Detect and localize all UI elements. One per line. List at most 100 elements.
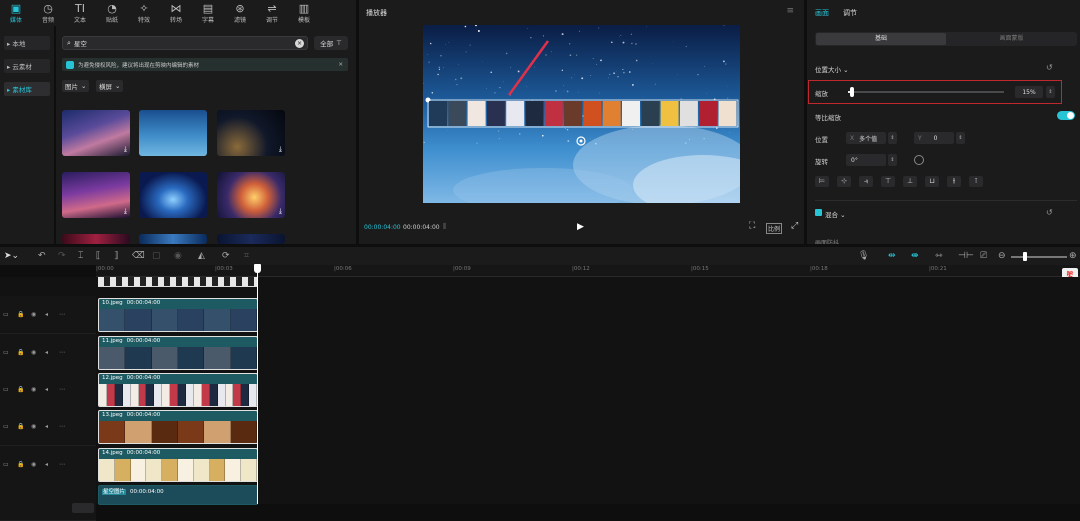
section-position-size[interactable]: 位置大小 ⌄ — [815, 64, 849, 74]
segment-mask[interactable]: 画面蒙版 — [947, 33, 1076, 45]
cover-icon[interactable]: ▭ — [3, 349, 9, 356]
blend-checkbox[interactable] — [815, 209, 822, 216]
library-thumbnail[interactable]: ⤓ — [217, 110, 285, 156]
library-thumbnail[interactable] — [217, 234, 285, 244]
ratio-button[interactable]: 比例 — [766, 223, 782, 234]
align-button-icon[interactable]: ⫲ — [947, 176, 961, 187]
more-icon[interactable]: ⋯ — [59, 349, 65, 356]
search-input[interactable]: ⌕ 星空 × — [62, 36, 308, 50]
crop-icon[interactable]: ⌗ — [244, 250, 249, 262]
align-button-icon[interactable]: ⊨ — [815, 176, 829, 187]
timeline-clip[interactable]: 12.jpeg00:00:04:00 — [98, 373, 258, 407]
select-cursor-icon[interactable]: ➤⌄ — [4, 250, 19, 262]
toolbar-tab[interactable]: ⊛滤镜 — [224, 0, 256, 26]
freeze-icon[interactable]: ▢ — [152, 250, 161, 262]
mute-icon[interactable]: ◂ — [45, 386, 48, 393]
align-button-icon[interactable]: ⫣ — [859, 176, 873, 187]
preview-axis-icon[interactable]: ⊣⊢ — [958, 250, 974, 262]
library-thumbnail[interactable]: ⤓ — [217, 172, 285, 218]
library-thumbnail[interactable] — [62, 234, 130, 244]
sidebar-item[interactable]: ▸ 云素材 — [4, 59, 50, 73]
playhead[interactable] — [257, 265, 258, 504]
timeline-ruler[interactable]: |00:00|00:03|00:06|00:09|00:12|00:15|00:… — [96, 265, 1080, 277]
reset-icon[interactable]: ↺ — [1046, 208, 1053, 217]
zoom-in-icon[interactable]: ⊕ — [1069, 250, 1077, 262]
blend-section[interactable]: 混合 ⌄ — [825, 209, 846, 219]
toolbar-tab[interactable]: ◷音频 — [32, 0, 64, 26]
toolbar-tab[interactable]: ▣媒体 — [0, 0, 32, 26]
mute-icon[interactable]: ◂ — [45, 311, 48, 318]
sidebar-item[interactable]: ▸ 素材库 — [4, 82, 50, 96]
link-icon[interactable]: ⇿ — [935, 250, 943, 262]
rotate-icon[interactable]: ⟳ — [222, 250, 230, 262]
clear-search-icon[interactable]: × — [295, 39, 304, 48]
library-thumbnail[interactable] — [139, 172, 207, 218]
reset-icon[interactable]: ↺ — [1046, 63, 1053, 72]
cover-icon[interactable]: ▭ — [3, 311, 9, 318]
more-icon[interactable]: ⋯ — [59, 386, 65, 393]
undo-icon[interactable]: ↶ — [38, 250, 46, 262]
sidebar-item[interactable]: ▸ 本地 — [4, 36, 50, 50]
delete-icon[interactable]: ⌫ — [132, 250, 145, 262]
timeline-clip[interactable]: 13.jpeg00:00:04:00 — [98, 410, 258, 444]
mute-icon[interactable]: ◂ — [45, 461, 48, 468]
segment-basic[interactable]: 基础 — [816, 33, 946, 45]
library-thumbnail[interactable]: ⤓ — [62, 110, 130, 156]
download-icon[interactable]: ⤓ — [124, 145, 127, 154]
download-icon[interactable]: ⤓ — [124, 207, 127, 216]
rotate-dial-icon[interactable] — [914, 155, 924, 165]
library-thumbnail[interactable] — [139, 234, 207, 244]
mute-icon[interactable]: ◂ — [45, 349, 48, 356]
preview-canvas[interactable] — [423, 25, 740, 203]
cover-icon[interactable]: ▭ — [3, 386, 9, 393]
toolbar-tab[interactable]: ✧特效 — [128, 0, 160, 26]
tab-picture[interactable]: 画面 — [815, 8, 829, 18]
scale-slider-track[interactable] — [848, 91, 1004, 93]
microphone-icon[interactable]: 🎙 — [858, 250, 869, 262]
split-right-icon[interactable]: ⟧ — [114, 250, 118, 262]
filter-all-button[interactable]: 全部 ⊤ — [314, 36, 348, 50]
zoom-slider-handle[interactable] — [1023, 252, 1027, 261]
timeline-clip[interactable]: 10.jpeg00:00:04:00 — [98, 298, 258, 332]
align-button-icon[interactable]: ⊥ — [903, 176, 917, 187]
more-icon[interactable]: ⋯ — [59, 423, 65, 430]
visibility-icon[interactable]: ◉ — [31, 423, 36, 430]
orientation-dropdown[interactable]: 横屏 ⌄ — [96, 80, 123, 92]
split-icon[interactable]: ⌶ — [78, 250, 83, 262]
zoom-slider[interactable] — [1011, 256, 1067, 258]
position-x-stepper[interactable]: ⇕ — [888, 132, 897, 144]
cover-icon[interactable]: ▭ — [3, 461, 9, 468]
auto-snap-icon[interactable]: ⇼ — [911, 250, 919, 262]
close-notice-icon[interactable]: ✕ — [338, 62, 343, 68]
library-thumbnail[interactable] — [139, 110, 207, 156]
zoom-out-icon[interactable]: ⊖ — [998, 250, 1006, 262]
position-y-stepper[interactable]: ⇕ — [956, 132, 965, 144]
record-icon[interactable]: ◉ — [174, 250, 182, 262]
align-button-icon[interactable]: ⊔ — [925, 176, 939, 187]
play-icon[interactable]: ▶ — [577, 222, 584, 232]
scale-value-input[interactable]: 15% — [1015, 86, 1043, 98]
fullscreen-icon[interactable]: ⤢ — [791, 221, 798, 231]
toolbar-tab[interactable]: TI文本 — [64, 0, 96, 26]
lock-icon[interactable]: 🔒 — [17, 386, 24, 393]
fit-screen-icon[interactable]: ⛶ — [749, 221, 755, 231]
timeline-clip[interactable]: 星空图片00:00:04:00 — [98, 485, 258, 505]
align-button-icon[interactable]: ⊤ — [881, 176, 895, 187]
lock-icon[interactable]: 🔒 — [17, 311, 24, 318]
subtitle-icon[interactable]: ⎚ — [980, 250, 987, 262]
align-button-icon[interactable]: ⊺ — [969, 176, 983, 187]
mirror-icon[interactable]: ◭ — [198, 250, 205, 262]
cover-icon[interactable]: ▭ — [3, 423, 9, 430]
position-x-input[interactable]: X多个值 — [846, 132, 886, 144]
download-icon[interactable]: ⤓ — [279, 145, 282, 154]
visibility-icon[interactable]: ◉ — [31, 461, 36, 468]
toolbar-tab[interactable]: ▤字幕 — [192, 0, 224, 26]
scale-slider-handle[interactable] — [850, 87, 854, 97]
visibility-icon[interactable]: ◉ — [31, 311, 36, 318]
toolbar-tab[interactable]: ◔贴纸 — [96, 0, 128, 26]
align-button-icon[interactable]: ⊹ — [837, 176, 851, 187]
scale-stepper[interactable]: ⇕ — [1046, 86, 1055, 98]
redo-icon[interactable]: ↷ — [58, 250, 66, 262]
toolbar-tab[interactable]: ⇌调节 — [256, 0, 288, 26]
playhead-handle[interactable] — [254, 264, 261, 273]
